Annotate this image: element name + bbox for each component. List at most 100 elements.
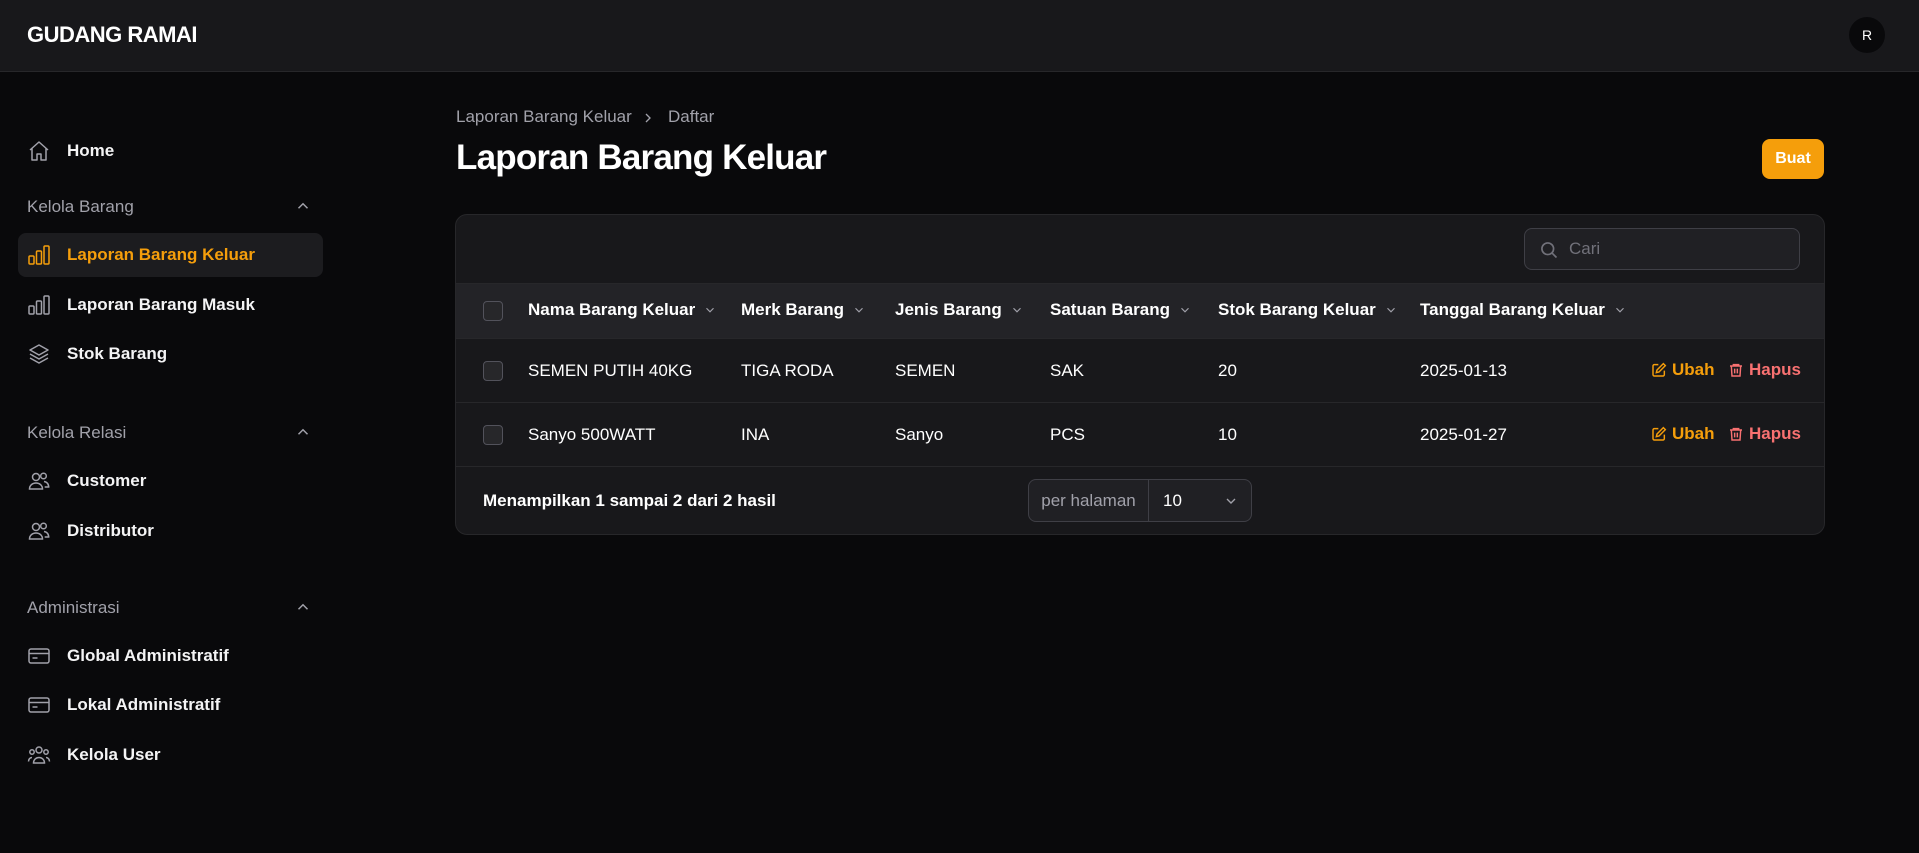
sidebar-item-customer[interactable]: Customer — [18, 459, 323, 503]
bar-chart-icon — [27, 243, 51, 267]
row-checkbox[interactable] — [483, 425, 503, 445]
group-kelola-relasi[interactable]: Kelola Relasi — [27, 421, 312, 445]
search-input[interactable] — [1569, 237, 1789, 261]
edit-button[interactable]: Ubah — [1651, 424, 1715, 444]
cell-stok: 20 — [1218, 361, 1237, 380]
sidebar-item-label: Lokal Administratif — [67, 695, 221, 714]
avatar[interactable]: R — [1849, 17, 1885, 53]
edit-label: Ubah — [1672, 424, 1715, 443]
bar-chart-icon — [27, 293, 51, 317]
chevron-up-icon — [297, 428, 309, 435]
credit-card-icon — [27, 693, 51, 717]
credit-card-icon — [27, 644, 51, 668]
group-kelola-barang[interactable]: Kelola Barang — [27, 195, 312, 219]
delete-label: Hapus — [1749, 424, 1801, 443]
table-row[interactable]: Sanyo 500WATT INA Sanyo PCS 10 2025-01-2… — [456, 403, 1824, 467]
breadcrumb-parent[interactable]: Laporan Barang Keluar — [456, 107, 632, 127]
brand-logo[interactable]: GUDANG RAMAI — [27, 22, 198, 48]
cell-nama: SEMEN PUTIH 40KG — [528, 361, 693, 380]
sidebar-item-laporan-barang-keluar[interactable]: Laporan Barang Keluar — [18, 233, 323, 277]
sidebar-item-label: Home — [67, 141, 115, 160]
cell-merk: TIGA RODA — [741, 361, 834, 380]
group-administrasi[interactable]: Administrasi — [27, 596, 312, 620]
chevron-down-icon — [706, 307, 715, 313]
column-header-label: Nama Barang Keluar — [528, 300, 696, 319]
sidebar-item-kelola-user[interactable]: Kelola User — [18, 733, 323, 777]
select-all-checkbox[interactable] — [483, 301, 503, 321]
column-header-label: Stok Barang Keluar — [1218, 300, 1376, 319]
cell-satuan: SAK — [1050, 361, 1085, 380]
column-header-label: Jenis Barang — [895, 300, 1002, 319]
trash-icon — [1730, 363, 1742, 377]
create-button[interactable]: Buat — [1762, 139, 1824, 179]
trash-icon — [1730, 427, 1742, 441]
table-row[interactable]: SEMEN PUTIH 40KG TIGA RODA SEMEN SAK 20 … — [456, 339, 1824, 403]
delete-button[interactable]: Hapus — [1728, 360, 1801, 380]
group-title: Administrasi — [27, 598, 120, 617]
per-page-label: per halaman — [1029, 480, 1149, 521]
cell-jenis: SEMEN — [895, 361, 956, 380]
per-page-select[interactable]: per halaman 10 — [1028, 479, 1252, 522]
chevron-down-icon — [855, 307, 863, 313]
chevron-right-icon — [645, 113, 651, 123]
user-group-icon — [27, 743, 51, 767]
column-header-satuan[interactable]: Satuan Barang — [1050, 300, 1192, 320]
group-title: Kelola Relasi — [27, 423, 127, 442]
chevron-down-icon — [1181, 307, 1189, 313]
cell-satuan: PCS — [1050, 425, 1085, 444]
edit-label: Ubah — [1672, 360, 1715, 379]
sidebar-item-label: Laporan Barang Keluar — [67, 245, 255, 264]
sidebar-item-home[interactable]: Home — [18, 129, 323, 173]
cell-stok: 10 — [1218, 425, 1237, 444]
home-icon — [27, 139, 51, 163]
table-card: Nama Barang Keluar Merk Barang Jenis Bar… — [455, 214, 1825, 535]
chevron-down-icon — [1012, 307, 1021, 313]
edit-icon — [1652, 426, 1667, 441]
search-box[interactable] — [1524, 228, 1800, 270]
edit-icon — [1652, 362, 1667, 377]
search-icon — [1541, 242, 1558, 259]
pagination-summary: Menampilkan 1 sampai 2 dari 2 hasil — [483, 491, 776, 510]
column-header-stok[interactable]: Stok Barang Keluar — [1218, 300, 1398, 320]
cell-tanggal: 2025-01-13 — [1420, 361, 1507, 380]
page-title: Laporan Barang Keluar — [456, 138, 827, 177]
cell-tanggal: 2025-01-27 — [1420, 425, 1507, 444]
cell-jenis: Sanyo — [895, 425, 944, 444]
sidebar-item-label: Kelola User — [67, 745, 161, 764]
column-header-nama[interactable]: Nama Barang Keluar — [528, 300, 717, 320]
chevron-up-icon — [297, 202, 309, 209]
row-checkbox[interactable] — [483, 361, 503, 381]
cell-nama: Sanyo 500WATT — [528, 425, 656, 444]
column-header-jenis[interactable]: Jenis Barang — [895, 300, 1024, 320]
column-header-tanggal[interactable]: Tanggal Barang Keluar — [1420, 300, 1627, 320]
users-icon — [27, 469, 51, 493]
delete-button[interactable]: Hapus — [1728, 424, 1801, 444]
users-icon — [27, 519, 51, 543]
group-title: Kelola Barang — [27, 197, 134, 216]
top-bar: GUDANG RAMAI R — [0, 0, 1919, 72]
column-header-merk[interactable]: Merk Barang — [741, 300, 866, 320]
breadcrumb-current: Daftar — [668, 107, 715, 126]
delete-label: Hapus — [1749, 360, 1801, 379]
sidebar-item-label: Stok Barang — [67, 344, 168, 363]
sidebar-item-laporan-barang-masuk[interactable]: Laporan Barang Masuk — [18, 283, 323, 327]
cell-merk: INA — [741, 425, 770, 444]
chevron-up-icon — [297, 603, 309, 610]
chevron-down-icon — [1615, 307, 1624, 313]
sidebar-item-label: Global Administratif — [67, 646, 229, 665]
table-header: Nama Barang Keluar Merk Barang Jenis Bar… — [456, 283, 1824, 339]
edit-button[interactable]: Ubah — [1651, 360, 1715, 380]
chevron-down-icon — [1226, 498, 1236, 504]
chevron-down-icon — [1386, 307, 1395, 313]
column-header-label: Tanggal Barang Keluar — [1420, 300, 1605, 319]
per-page-value[interactable]: 10 — [1163, 491, 1182, 511]
sidebar-item-lokal-administratif[interactable]: Lokal Administratif — [18, 683, 323, 727]
column-header-label: Merk Barang — [741, 300, 844, 319]
sidebar-item-label: Customer — [67, 471, 147, 490]
sidebar-item-label: Distributor — [67, 521, 154, 540]
sidebar-item-label: Laporan Barang Masuk — [67, 295, 255, 314]
sidebar-item-global-administratif[interactable]: Global Administratif — [18, 634, 323, 678]
sidebar-item-distributor[interactable]: Distributor — [18, 509, 323, 553]
sidebar-item-stok-barang[interactable]: Stok Barang — [18, 332, 323, 376]
column-header-label: Satuan Barang — [1050, 300, 1170, 319]
